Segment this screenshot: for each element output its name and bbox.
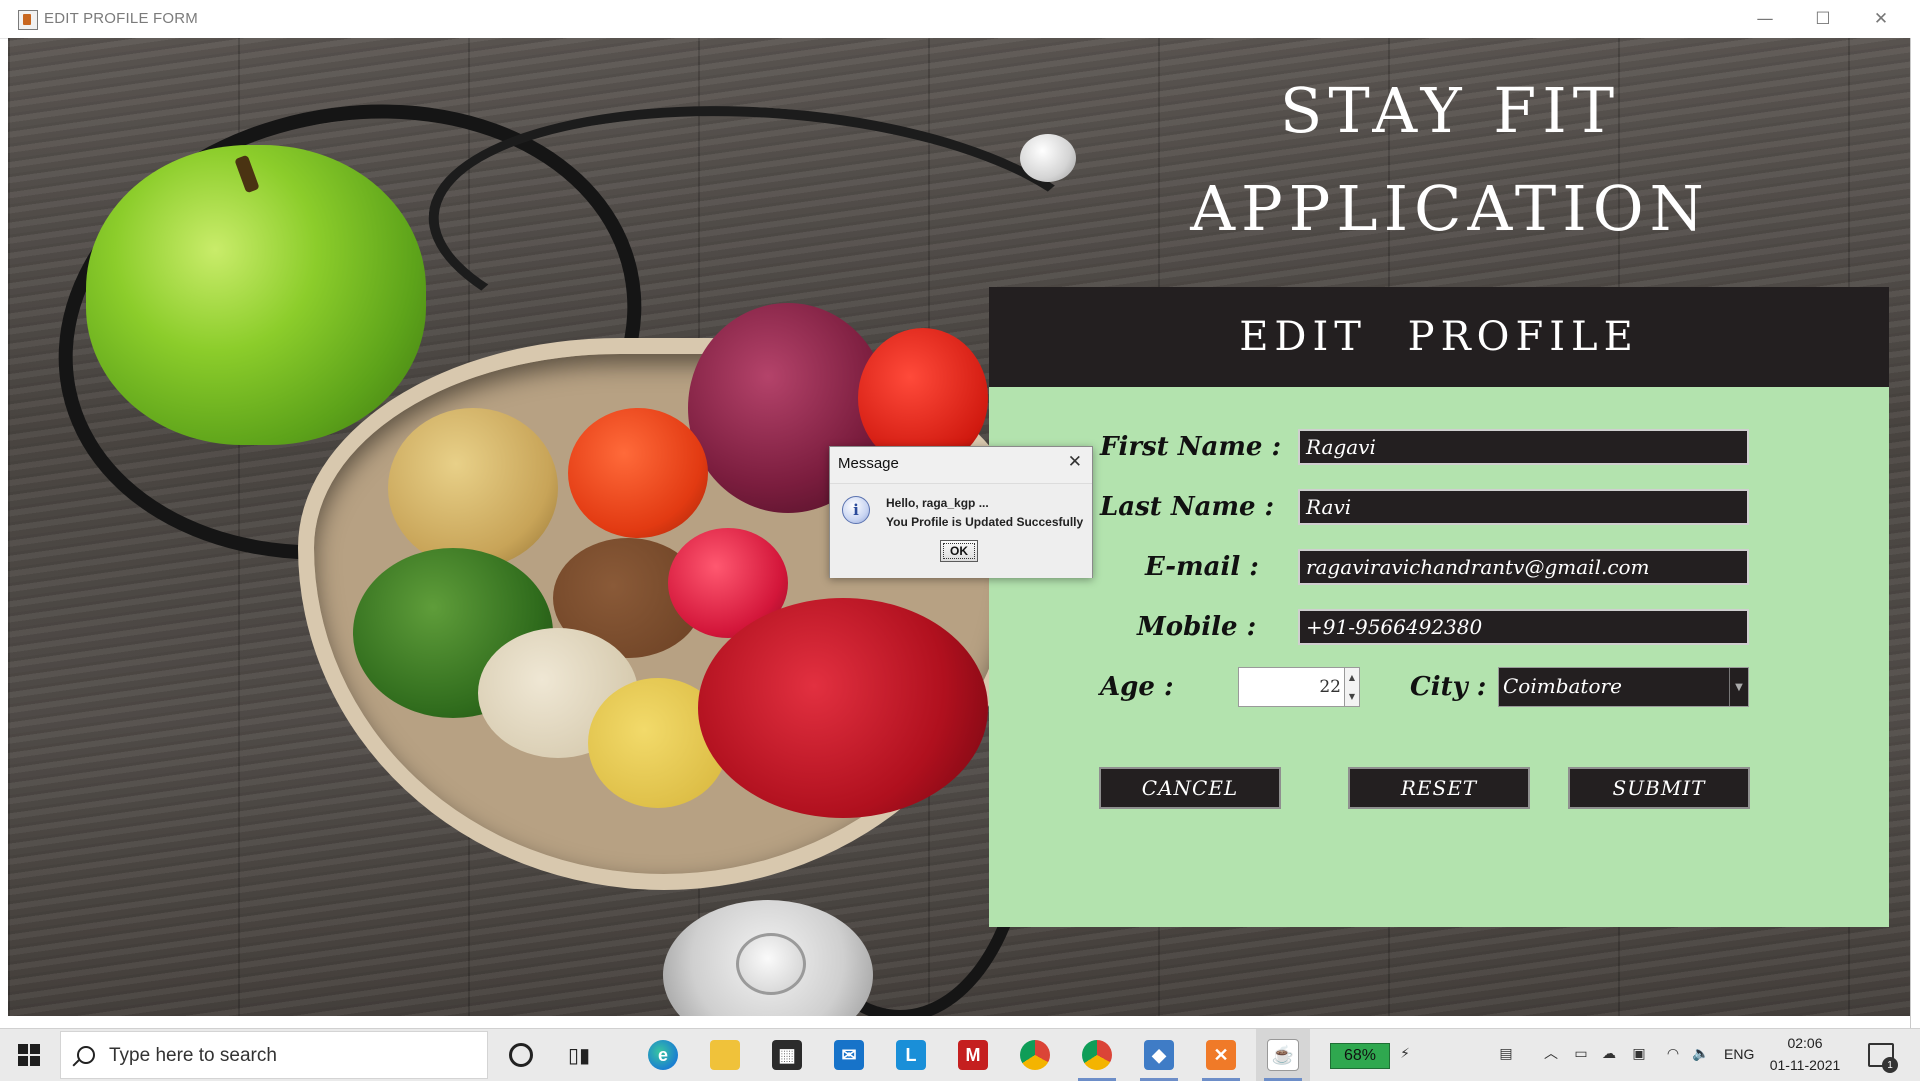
wifi-icon[interactable]: ◠ [1664, 1046, 1682, 1062]
keyboard-icon[interactable]: ▤ [1490, 1046, 1522, 1062]
dialog-close-icon[interactable]: ✕ [1068, 452, 1082, 472]
search-icon [77, 1046, 95, 1064]
spinner-down-icon[interactable]: ▼ [1344, 687, 1359, 706]
taskbar-app-java[interactable]: ☕ [1256, 1029, 1310, 1081]
shield-icon: M [958, 1040, 988, 1070]
cortana-button[interactable] [494, 1029, 548, 1081]
dialog-body: i Hello, raga_kgp ... You Profile is Upd… [830, 483, 1092, 578]
clock-time[interactable]: 02:06 [1770, 1035, 1840, 1051]
app-title-line2: APPLICATION [1190, 172, 1710, 245]
taskbar-app-virtualbox[interactable]: ◆ [1132, 1029, 1186, 1081]
dialog-title: Message [838, 455, 899, 472]
folder-icon [710, 1040, 740, 1070]
taskbar-app-chrome-profile[interactable] [1070, 1029, 1124, 1081]
first-name-label: First Name : [1100, 432, 1282, 462]
info-icon: i [842, 496, 870, 524]
chevron-up-icon[interactable]: ︿ [1542, 1046, 1560, 1062]
mail-icon: ✉ [834, 1040, 864, 1070]
l-app-icon: L [896, 1040, 926, 1070]
windows-logo-icon [18, 1044, 40, 1066]
tomato [568, 408, 708, 538]
age-value: 22 [1319, 677, 1341, 697]
edge-icon: e [648, 1040, 678, 1070]
close-button[interactable]: ✕ [1852, 0, 1910, 38]
battery-indicator[interactable]: 68% [1330, 1043, 1390, 1069]
display-icon[interactable]: ▣ [1630, 1046, 1648, 1062]
mobile-field[interactable]: +91-9566492380 [1298, 609, 1749, 645]
submit-button[interactable]: SUBMIT [1568, 767, 1750, 809]
cranberries [698, 598, 988, 818]
green-apple [86, 145, 426, 445]
taskbar-app-store[interactable]: ▦ [760, 1029, 814, 1081]
age-label: Age : [1100, 672, 1174, 702]
email-label: E-mail : [1145, 552, 1259, 582]
app-window: EDIT PROFILE FORM — ☐ ✕ STAY FIT APPLICA… [0, 0, 1920, 1028]
maximize-button[interactable]: ☐ [1794, 0, 1852, 38]
chevron-down-icon[interactable]: ▼ [1729, 668, 1748, 706]
language-indicator[interactable]: ENG [1724, 1046, 1754, 1062]
search-placeholder: Type here to search [109, 1045, 277, 1066]
notification-badge: 1 [1882, 1057, 1898, 1073]
onedrive-cloud-icon[interactable]: ☁ [1600, 1046, 1618, 1062]
chrome-profile-icon [1082, 1040, 1112, 1070]
java-app-icon [18, 10, 38, 30]
clock-date[interactable]: 01-11-2021 [1762, 1057, 1848, 1073]
email-field[interactable]: ragaviravichandrantv@gmail.com [1298, 549, 1749, 585]
cube-icon: ◆ [1144, 1040, 1174, 1070]
taskbar: Type here to search ▯▮ e ▦ ✉ L M ◆ ✕ ☕ 6… [0, 1028, 1920, 1081]
cancel-button[interactable]: CANCEL [1099, 767, 1281, 809]
spinner-up-icon[interactable]: ▲ [1344, 668, 1359, 688]
taskbar-app-chrome[interactable] [1008, 1029, 1062, 1081]
chrome-icon [1020, 1040, 1050, 1070]
reset-button[interactable]: RESET [1348, 767, 1530, 809]
edit-profile-panel [989, 387, 1889, 927]
power-plug-icon: ⚡ [1400, 1046, 1410, 1062]
app-title: STAY FIT APPLICATION [1010, 62, 1890, 258]
cortana-icon [509, 1043, 533, 1067]
title-bar[interactable]: EDIT PROFILE FORM — ☐ ✕ [0, 0, 1920, 39]
window-edge [1910, 38, 1920, 1028]
taskbar-search-box[interactable]: Type here to search [60, 1031, 488, 1079]
meet-now-icon[interactable]: ▭ [1572, 1046, 1590, 1062]
window-title: EDIT PROFILE FORM [44, 10, 198, 27]
potato [388, 408, 558, 568]
stethoscope-diaphragm [736, 933, 806, 995]
java-icon: ☕ [1267, 1039, 1299, 1071]
first-name-field[interactable]: Ragavi [1298, 429, 1749, 465]
mobile-label: Mobile : [1137, 612, 1257, 642]
taskbar-app-l[interactable]: L [884, 1029, 938, 1081]
taskbar-app-explorer[interactable] [698, 1029, 752, 1081]
task-view-button[interactable]: ▯▮ [552, 1029, 606, 1081]
form-heading: EDIT PROFILE [989, 287, 1889, 387]
taskbar-app-xampp[interactable]: ✕ [1194, 1029, 1248, 1081]
dialog-greeting: Hello, raga_kgp ... [886, 496, 989, 510]
ok-button[interactable]: OK [940, 540, 978, 562]
app-title-line1: STAY FIT [1279, 74, 1621, 147]
taskbar-app-mail[interactable]: ✉ [822, 1029, 876, 1081]
xampp-icon: ✕ [1206, 1040, 1236, 1070]
message-dialog: Message ✕ i Hello, raga_kgp ... You Prof… [829, 446, 1093, 578]
city-dropdown[interactable]: Coimbatore ▼ [1498, 667, 1749, 707]
dialog-message: You Profile is Updated Succesfully [886, 515, 1084, 529]
last-name-label: Last Name : [1100, 492, 1275, 522]
city-label: City : [1410, 672, 1487, 702]
last-name-field[interactable]: Ravi [1298, 489, 1749, 525]
taskbar-app-mcafee[interactable]: M [946, 1029, 1000, 1081]
city-value: Coimbatore [1503, 674, 1622, 698]
store-bag-icon: ▦ [772, 1040, 802, 1070]
age-spinner[interactable]: 22 ▲ ▼ [1238, 667, 1360, 707]
minimize-button[interactable]: — [1736, 0, 1794, 38]
taskbar-app-edge[interactable]: e [636, 1029, 690, 1081]
task-view-icon: ▯▮ [567, 1043, 590, 1067]
volume-icon[interactable]: 🔈 [1692, 1046, 1710, 1062]
start-button[interactable] [0, 1029, 58, 1081]
